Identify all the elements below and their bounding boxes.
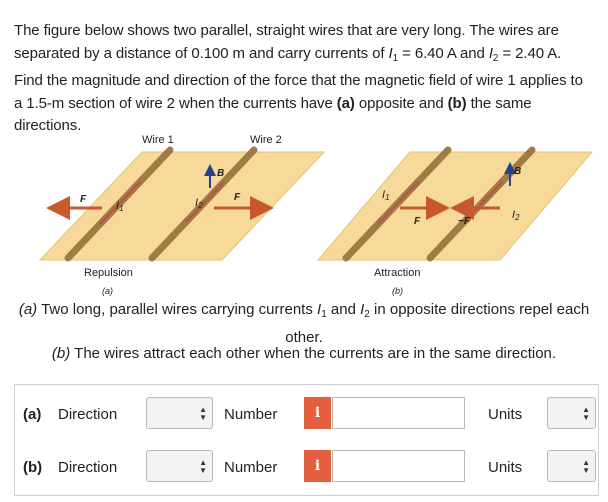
arrow-down-icon: ▼ xyxy=(582,466,590,475)
left-force-label-1: F xyxy=(80,194,87,205)
wire-1-label: Wire 1 xyxy=(142,134,174,146)
attraction-label: Attraction xyxy=(374,267,420,279)
select-arrows-icon: ▲ ▼ xyxy=(582,459,590,475)
select-arrows-icon: ▲ ▼ xyxy=(582,406,590,422)
problem-text: = 6.40 A and xyxy=(398,44,489,62)
direction-label: Direction xyxy=(58,459,118,476)
arrow-down-icon: ▼ xyxy=(582,413,590,422)
right-force-label-2: −F xyxy=(458,216,471,227)
info-icon[interactable]: i xyxy=(304,450,331,482)
caption-b: (b) The wires attract each other when th… xyxy=(0,344,608,364)
caption-a: (a) Two long, parallel wires carrying cu… xyxy=(0,298,608,349)
caption-text: and xyxy=(326,301,361,318)
select-arrows-icon: ▲ ▼ xyxy=(199,406,207,422)
part-label: (b) xyxy=(23,459,43,476)
number-label: Number xyxy=(224,406,278,423)
answer-row-b: (b) Direction ▲ ▼ Number i Units ▲ ▼ xyxy=(15,450,598,488)
units-label: Units xyxy=(488,459,523,476)
caption-text: Two long, parallel wires carrying curren… xyxy=(37,301,318,318)
part-b-label: (b) xyxy=(447,94,467,112)
panel-b-label: (b) xyxy=(392,286,403,296)
problem-statement: The figure below shows two parallel, str… xyxy=(14,20,594,138)
answer-row-a: (a) Direction ▲ ▼ Number i Units ▲ ▼ xyxy=(15,397,598,435)
caption-text: The wires attract each other when the cu… xyxy=(70,345,557,362)
units-select[interactable]: ▲ ▼ xyxy=(547,397,596,429)
left-field-label: B xyxy=(217,168,224,179)
direction-label: Direction xyxy=(58,406,118,423)
arrow-down-icon: ▼ xyxy=(199,466,207,475)
part-a-label: (a) xyxy=(336,94,355,112)
right-force-label-1: F xyxy=(414,216,421,227)
number-input[interactable] xyxy=(332,450,465,482)
number-input[interactable] xyxy=(332,397,465,429)
answer-panel: (a) Direction ▲ ▼ Number i Units ▲ ▼ (b) D… xyxy=(14,384,599,496)
select-arrows-icon: ▲ ▼ xyxy=(199,459,207,475)
direction-select[interactable]: ▲ ▼ xyxy=(146,397,213,429)
units-select[interactable]: ▲ ▼ xyxy=(547,450,596,482)
number-label: Number xyxy=(224,459,278,476)
repulsion-label: Repulsion xyxy=(84,267,133,279)
panel-a-label: (a) xyxy=(102,286,113,296)
info-icon[interactable]: i xyxy=(304,397,331,429)
caption-part-a: (a) xyxy=(18,301,38,318)
caption-part-b: (b) xyxy=(51,345,71,362)
direction-select[interactable]: ▲ ▼ xyxy=(146,450,213,482)
parallel-wires-figure: Wire 1 Wire 2 F I1 I2 B F I1 F −F B I2 R… xyxy=(38,134,594,296)
units-label: Units xyxy=(488,406,523,423)
problem-text: opposite and xyxy=(354,94,448,112)
arrow-down-icon: ▼ xyxy=(199,413,207,422)
left-force-label-2: F xyxy=(234,192,241,203)
wire-2-label: Wire 2 xyxy=(250,134,282,146)
right-field-label: B xyxy=(514,166,521,177)
part-label: (a) xyxy=(23,406,42,423)
